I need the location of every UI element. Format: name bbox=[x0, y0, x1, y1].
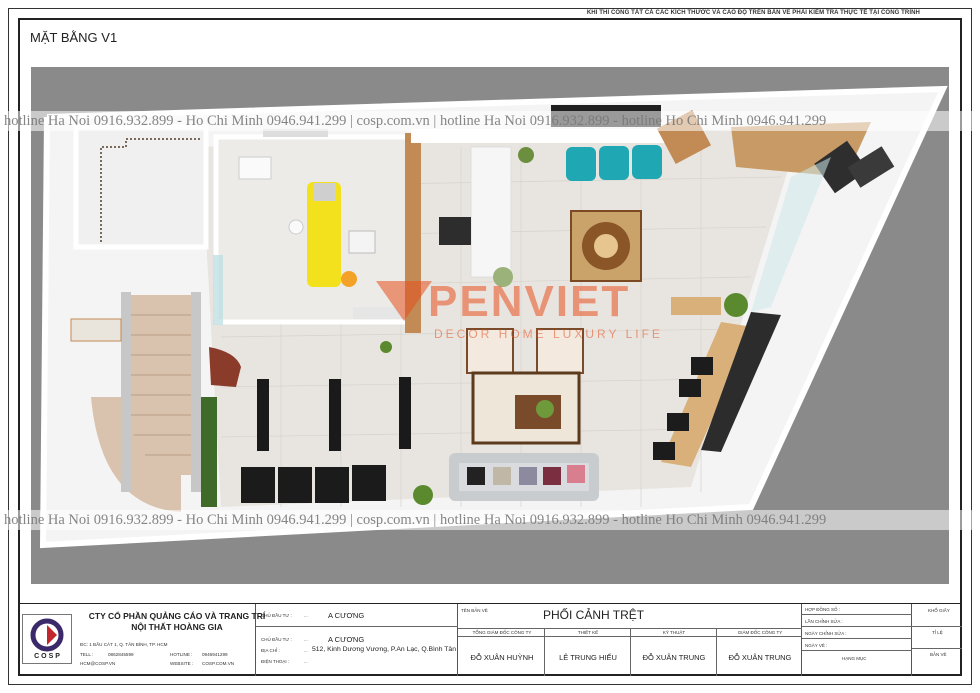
staircase bbox=[131, 295, 191, 475]
sheet-number-label: BẢN VẼ bbox=[930, 652, 947, 657]
drawing-name-label: TÊN BẢN VẼ bbox=[461, 608, 488, 613]
role-3-name: ĐỖ XUÂN TRUNG bbox=[642, 653, 706, 662]
black-office-chair bbox=[439, 217, 471, 245]
revision-date-label: NGÀY CHỈNH SỬA : bbox=[805, 631, 847, 636]
teal-chair-3 bbox=[632, 145, 662, 179]
side-shelf bbox=[671, 297, 721, 315]
investor2-label: CHỦ ĐẦU TƯ : bbox=[261, 637, 292, 642]
brand-watermark: PENVIET DECOR HOME LUXURY LIFE bbox=[376, 277, 676, 347]
office-lamp bbox=[288, 219, 304, 235]
construction-note: KHI THI CÔNG TẤT CẢ CÁC KÍCH THƯỚC VÀ CA… bbox=[586, 10, 920, 16]
brand-logo-shape bbox=[376, 281, 432, 321]
role-4-name: ĐỖ XUÂN TRUNG bbox=[728, 653, 792, 662]
floor-strip-3 bbox=[399, 377, 411, 449]
table-plant bbox=[536, 400, 554, 418]
stair-rail-left bbox=[121, 292, 131, 492]
hotline-label: HOTLINE : bbox=[170, 652, 193, 657]
paper-size-label: KHỔ GIẤY bbox=[928, 608, 950, 613]
investor2-dots: ... bbox=[304, 637, 308, 642]
website-value: COSP.COM.VN bbox=[202, 661, 235, 666]
role-2-name: LÊ TRUNG HIẾU bbox=[559, 653, 617, 662]
teal-chair-1 bbox=[566, 147, 596, 181]
address-label: ĐỊA CHỈ : bbox=[261, 648, 280, 653]
potted-plant-3 bbox=[724, 293, 748, 317]
company-address: ĐC: 1 BẮU CÁT 1, Q. TÂN BÌNH, TP. HCM bbox=[80, 642, 168, 647]
tel-value: 0862845599 bbox=[108, 652, 134, 657]
stair-rail-right bbox=[191, 292, 201, 492]
title-block: COSP CTY CỔ PHẦN QUẢNG CÁO VÀ TRANG TRÍ … bbox=[20, 603, 962, 676]
role-1-name: ĐỖ XUÂN HUỲNH bbox=[470, 653, 534, 662]
floor-strip-2 bbox=[329, 379, 341, 451]
tel-label: TELL : bbox=[80, 652, 94, 657]
teal-chair-2 bbox=[599, 146, 629, 180]
client-cell: CHỦ ĐẦU TƯ : ... A CƯƠNG CHỦ ĐẦU TƯ : ..… bbox=[256, 604, 458, 676]
role-1-label: TỔNG GIÁM ĐỐC CÔNG TY bbox=[472, 630, 532, 635]
investor2-name: A CƯƠNG bbox=[328, 635, 365, 644]
revision-cell: HỢP ĐỒNG SỐ : LẦN CHỈNH SỬA : NGÀY CHỈNH… bbox=[802, 604, 912, 676]
company-email: HCM@COSP.VN bbox=[80, 661, 116, 666]
sofa-cushions bbox=[467, 465, 585, 485]
logo-text: COSP bbox=[34, 653, 62, 660]
investor-label: CHỦ ĐẦU TƯ : bbox=[261, 613, 292, 618]
hotline-watermark-bottom: hotline Ha Noi 0916.932.899 - Ho Chi Min… bbox=[0, 510, 980, 530]
sheet-info-cell: KHỔ GIẤY TỈ LỆ BẢN VẼ bbox=[912, 604, 962, 676]
role-2-label: THIẾT KẾ bbox=[577, 630, 599, 635]
planter-strip bbox=[201, 397, 217, 507]
bar-stool-1 bbox=[691, 357, 713, 375]
investor-dots: ... bbox=[304, 613, 308, 618]
company-cell: COSP CTY CỔ PHẦN QUẢNG CÁO VÀ TRANG TRÍ … bbox=[20, 604, 265, 676]
desk-monitor bbox=[313, 183, 335, 201]
revision-label: LẦN CHỈNH SỬA : bbox=[805, 619, 843, 624]
potted-plant-4 bbox=[413, 485, 433, 505]
glass-partition bbox=[213, 255, 223, 325]
sheet-title: MẶT BẰNG V1 bbox=[30, 30, 118, 45]
address-dots: ... bbox=[304, 648, 308, 653]
site-address: 512, Kinh Dương Vương, P.An Lạc, Q.Bình … bbox=[312, 646, 456, 653]
contract-number-label: HỢP ĐỒNG SỐ : bbox=[805, 607, 841, 612]
bar-stool-3 bbox=[667, 413, 689, 431]
floor-plan-render: PENVIET DECOR HOME LUXURY LIFE bbox=[31, 67, 949, 584]
role-4-label: GIÁM ĐỐC CÔNG TY bbox=[737, 630, 783, 635]
company-name: CTY CỔ PHẦN QUẢNG CÁO VÀ TRANG TRÍ NỘI T… bbox=[82, 611, 272, 633]
drawing-cell: TÊN BẢN VẼ PHỐI CẢNH TRỆT TỔNG GIÁM ĐỐC … bbox=[458, 604, 802, 676]
top-wall bbox=[411, 129, 691, 143]
phone-dots: ... bbox=[304, 659, 308, 664]
drawing-sheet: KHI THI CÔNG TẤT CẢ CÁC KÍCH THƯỚC VÀ CA… bbox=[0, 0, 980, 693]
brand-name: PENVIET bbox=[428, 277, 631, 326]
hotline-value: 0946941299 bbox=[202, 652, 228, 657]
company-name-line1: CTY CỔ PHẦN QUẢNG CÁO VÀ TRANG TRÍ bbox=[88, 611, 266, 621]
mosaic-center bbox=[594, 234, 618, 258]
storage-room bbox=[73, 124, 209, 250]
role-3-label: KỸ THUẬT bbox=[662, 630, 686, 635]
company-name-line2: NỘI THẤT HOÀNG GIA bbox=[131, 622, 223, 632]
bar-stool-2 bbox=[679, 379, 701, 397]
investor-name: A CƯƠNG bbox=[328, 611, 365, 620]
website-label: WEBSITE : bbox=[170, 661, 194, 666]
scale-label: TỈ LỆ bbox=[932, 630, 943, 635]
company-logo: COSP bbox=[22, 614, 72, 664]
category-label: HẠNG MỤC bbox=[842, 656, 867, 661]
phone-label: ĐIỆN THOẠI : bbox=[261, 659, 290, 664]
bar-stool-4 bbox=[653, 442, 675, 460]
left-niche bbox=[70, 318, 122, 342]
orange-stool bbox=[341, 271, 357, 287]
floor-strip-1 bbox=[257, 379, 269, 451]
sink-cabinet bbox=[238, 156, 272, 180]
drawing-name: PHỐI CẢNH TRỆT bbox=[543, 608, 645, 622]
potted-plant-2 bbox=[518, 147, 534, 163]
display-column bbox=[470, 146, 512, 278]
office-chair-white bbox=[348, 230, 376, 254]
hotline-watermark-top: hotline Ha Noi 0916.932.899 - Ho Chi Min… bbox=[0, 111, 980, 131]
brand-tagline: DECOR HOME LUXURY LIFE bbox=[434, 327, 663, 341]
drawing-date-label: NGÀY VẼ : bbox=[805, 643, 828, 648]
